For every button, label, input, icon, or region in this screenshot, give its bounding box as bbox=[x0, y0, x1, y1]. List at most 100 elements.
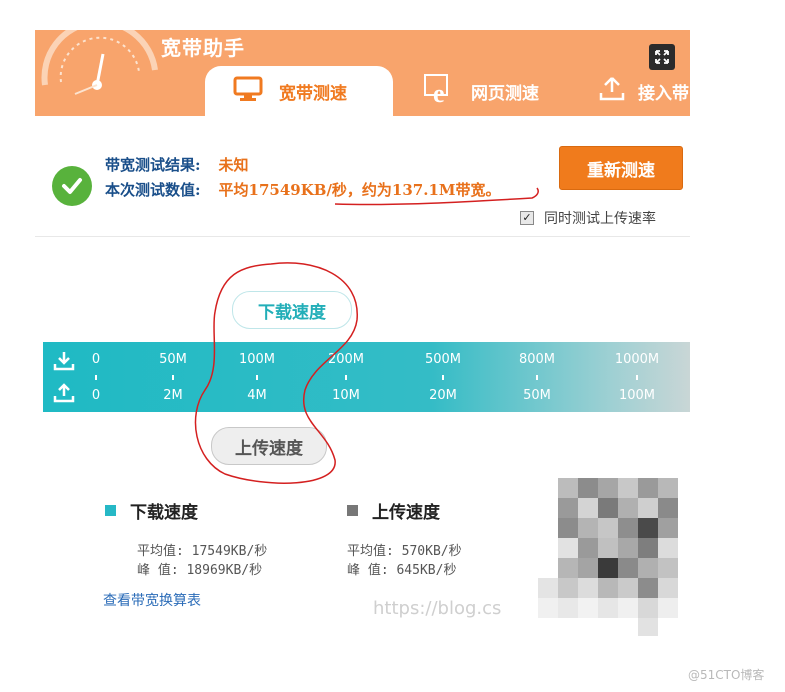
speed-scale-bar: 0 0 50M 2M 100M 4M 200M 10M 500M 20M 800M 50M 1000M 1… bbox=[43, 342, 690, 412]
svg-text:e: e bbox=[433, 79, 445, 105]
download-scale-tick: 50M bbox=[159, 352, 187, 367]
measure-result-line: 本次测试数值: 平均17549KB/秒，约为137.1M带宽。 bbox=[105, 179, 501, 200]
app-title: 宽带助手 bbox=[161, 36, 245, 60]
mosaic-cell bbox=[598, 578, 618, 598]
upload-tray-icon bbox=[53, 382, 75, 404]
check-circle-icon bbox=[52, 166, 92, 206]
scale-tick-mark bbox=[256, 375, 258, 380]
upload-test-label: 同时测试上传速率 bbox=[544, 211, 656, 227]
broadband-assistant-window: 宽带助手 宽带测速 e 网页测速 接入带 带宽测试结果: 未知 本次测试数值: … bbox=[35, 30, 690, 636]
download-tray-icon bbox=[53, 350, 75, 372]
mosaic-cell bbox=[578, 558, 598, 578]
mosaic-cell bbox=[638, 478, 658, 498]
bandwidth-result-value: 未知 bbox=[218, 156, 249, 174]
mosaic-cell bbox=[578, 498, 598, 518]
mosaic-cell bbox=[638, 598, 658, 618]
download-legend: 下载速度 bbox=[105, 498, 198, 523]
mosaic-cell bbox=[618, 558, 638, 578]
upload-test-option[interactable]: ✓ 同时测试上传速率 bbox=[520, 208, 656, 228]
site-watermark: @51CTO博客 bbox=[688, 668, 765, 682]
upload-tray-icon bbox=[598, 75, 626, 108]
mosaic-cell bbox=[538, 598, 558, 618]
upload-scale-tick: 50M bbox=[523, 388, 551, 403]
ie-browser-icon: e bbox=[423, 73, 459, 110]
mosaic-cell bbox=[578, 578, 598, 598]
upload-speed-bubble: 上传速度 bbox=[211, 427, 327, 465]
upload-legend-swatch bbox=[347, 505, 358, 516]
retest-button[interactable]: 重新测速 bbox=[559, 146, 683, 190]
download-scale-tick: 800M bbox=[518, 352, 556, 367]
upload-scale-tick: 20M bbox=[429, 388, 457, 403]
download-scale-tick: 500M bbox=[424, 352, 462, 367]
tab-broadband-speed[interactable]: 宽带测速 bbox=[205, 66, 393, 116]
mosaic-cell bbox=[598, 518, 618, 538]
mosaic-cell bbox=[658, 578, 678, 598]
mosaic-cell bbox=[658, 498, 678, 518]
bandwidth-result-line: 带宽测试结果: 未知 bbox=[105, 154, 249, 175]
mosaic-cell bbox=[618, 498, 638, 518]
upload-test-checkbox[interactable]: ✓ bbox=[520, 211, 534, 225]
scale-tick-mark bbox=[536, 375, 538, 380]
bandwidth-conversion-link[interactable]: 查看带宽换算表 bbox=[103, 590, 201, 610]
upload-scale-tick: 2M bbox=[163, 388, 183, 403]
download-scale-tick: 0 bbox=[91, 352, 101, 367]
header-bar: 宽带助手 宽带测速 e 网页测速 接入带 bbox=[35, 30, 690, 116]
upload-scale-tick: 0 bbox=[91, 388, 101, 403]
tab-label: 接入带 bbox=[638, 83, 689, 104]
monitor-icon bbox=[233, 76, 263, 107]
mosaic-cell bbox=[658, 518, 678, 538]
measure-result-value: 平均17549KB/秒，约为137.1M带宽。 bbox=[218, 181, 501, 199]
mosaic-cell bbox=[638, 518, 658, 538]
download-scale-tick: 200M bbox=[327, 352, 365, 367]
tab-access-bandwidth[interactable]: 接入带 bbox=[590, 66, 690, 116]
scale-tick-mark bbox=[172, 375, 174, 380]
upload-scale-tick: 4M bbox=[247, 388, 267, 403]
mosaic-cell bbox=[558, 598, 578, 618]
upload-scale-tick: 100M bbox=[618, 388, 656, 403]
mosaic-cell bbox=[658, 478, 678, 498]
watermark-text: https://blog.cs bbox=[373, 598, 502, 619]
mosaic-cell bbox=[558, 498, 578, 518]
upload-legend-title: 上传速度 bbox=[372, 503, 440, 523]
mosaic-cell bbox=[618, 538, 638, 558]
mosaic-cell bbox=[598, 498, 618, 518]
download-avg: 平均值: 17549KB/秒 bbox=[137, 544, 268, 559]
mosaic-cell bbox=[618, 518, 638, 538]
download-scale-tick: 1000M bbox=[614, 352, 660, 367]
measure-result-label: 本次测试数值: bbox=[105, 181, 201, 199]
mosaic-cell bbox=[558, 538, 578, 558]
mosaic-cell bbox=[638, 618, 658, 636]
tab-label: 网页测速 bbox=[471, 83, 539, 104]
mosaic-cell bbox=[618, 578, 638, 598]
speedometer-icon bbox=[41, 30, 158, 95]
mosaic-cell bbox=[658, 538, 678, 558]
download-scale-tick: 100M bbox=[238, 352, 276, 367]
bandwidth-result-label: 带宽测试结果: bbox=[105, 156, 201, 174]
mosaic-cell bbox=[618, 478, 638, 498]
upload-legend: 上传速度 bbox=[347, 498, 440, 523]
upload-avg: 平均值: 570KB/秒 bbox=[347, 544, 462, 559]
download-legend-title: 下载速度 bbox=[130, 503, 198, 523]
mosaic-cell bbox=[558, 518, 578, 538]
mosaic-cell bbox=[558, 478, 578, 498]
download-peak: 峰 值: 18969KB/秒 bbox=[137, 563, 263, 578]
mosaic-cell bbox=[598, 538, 618, 558]
mosaic-cell bbox=[558, 578, 578, 598]
scale-tick-mark bbox=[95, 375, 97, 380]
upload-peak: 峰 值: 645KB/秒 bbox=[347, 563, 457, 578]
result-panel: 带宽测试结果: 未知 本次测试数值: 平均17549KB/秒，约为137.1M带宽。… bbox=[35, 116, 690, 237]
mosaic-cell bbox=[598, 478, 618, 498]
mosaic-cell bbox=[558, 558, 578, 578]
mosaic-cell bbox=[578, 478, 598, 498]
scale-tick-mark bbox=[345, 375, 347, 380]
mosaic-cell bbox=[578, 598, 598, 618]
download-legend-swatch bbox=[105, 505, 116, 516]
upload-scale-tick: 10M bbox=[332, 388, 360, 403]
download-speed-bubble: 下载速度 bbox=[232, 291, 352, 329]
tab-webpage-speed[interactable]: e 网页测速 bbox=[415, 66, 575, 116]
mosaic-cell bbox=[658, 598, 678, 618]
scale-tick-mark bbox=[636, 375, 638, 380]
mosaic-cell bbox=[578, 518, 598, 538]
mosaic-cell bbox=[598, 598, 618, 618]
mosaic-cell bbox=[538, 578, 558, 598]
